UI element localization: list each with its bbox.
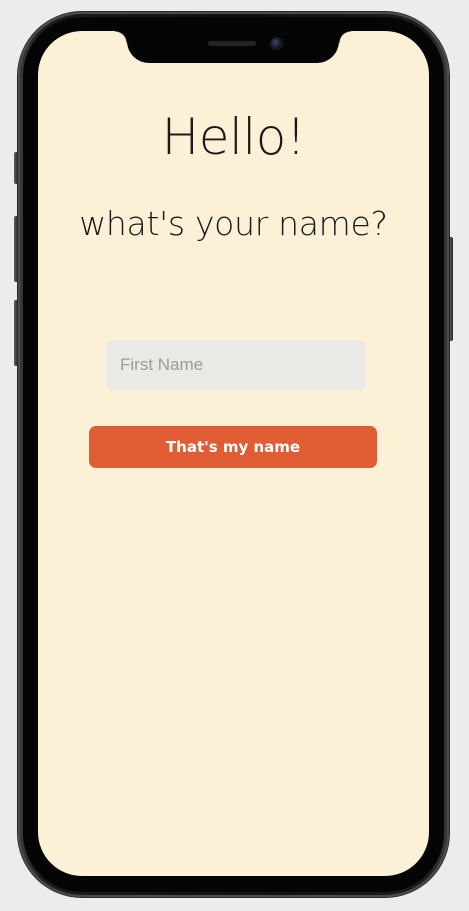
speaker-grille — [208, 41, 256, 46]
notch — [115, 31, 351, 63]
power-button — [449, 237, 453, 341]
name-question: what's your name? — [79, 204, 388, 243]
device-stage: Hello! what's your name? That's my name — [0, 0, 469, 911]
front-camera-icon — [271, 38, 282, 49]
app-screen: Hello! what's your name? That's my name — [38, 31, 429, 876]
submit-name-button[interactable]: That's my name — [89, 426, 377, 468]
greeting-heading: Hello! — [161, 108, 306, 166]
first-name-input[interactable] — [106, 340, 366, 390]
